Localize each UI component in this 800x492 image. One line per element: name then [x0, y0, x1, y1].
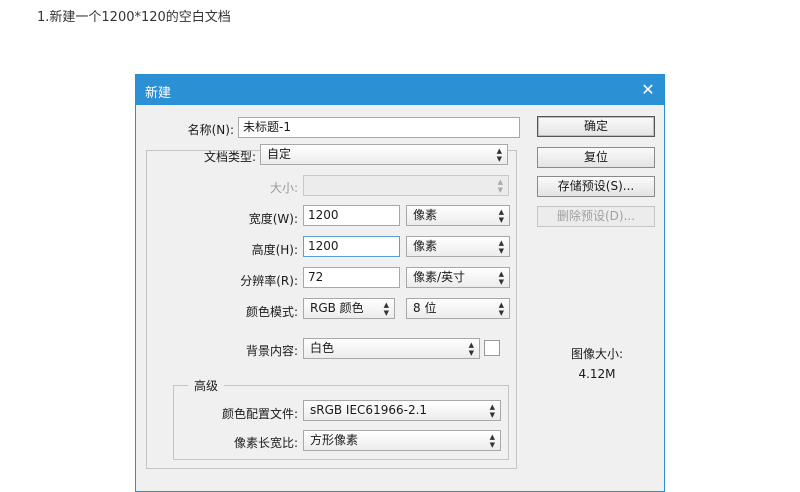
- doc-type-label: 文档类型:: [203, 150, 256, 164]
- doc-type-select[interactable]: 自定 ▲ ▼: [260, 144, 508, 165]
- image-size-value: 4.12M: [578, 367, 616, 381]
- name-input[interactable]: 未标题-1: [238, 117, 520, 138]
- select-arrows-icon: ▲ ▼: [498, 270, 504, 286]
- pixel-aspect-select[interactable]: 方形像素 ▲ ▼: [303, 430, 501, 451]
- resolution-unit-select[interactable]: 像素/英寸 ▲ ▼: [406, 267, 510, 288]
- height-input[interactable]: 1200: [303, 236, 400, 257]
- width-label: 宽度(W):: [248, 212, 298, 226]
- doc-type-value: 自定: [267, 147, 292, 161]
- select-arrows-icon: ▲ ▼: [383, 301, 389, 317]
- save-preset-button[interactable]: 存储预设(S)...: [537, 176, 655, 197]
- delete-preset-button: 删除预设(D)...: [537, 206, 655, 227]
- dialog-titlebar: 新建 ✕: [136, 75, 664, 105]
- image-size-label: 图像大小:: [570, 347, 624, 361]
- select-arrows-icon: ▲ ▼: [468, 341, 474, 357]
- resolution-label: 分辨率(R):: [240, 274, 298, 288]
- new-document-dialog: 新建 ✕ 名称(N): 未标题-1 文档类型: 自定 ▲ ▼ 大小: ▲ ▼ 宽度(…: [135, 74, 665, 492]
- background-color-swatch[interactable]: [484, 340, 500, 356]
- close-icon[interactable]: ✕: [636, 78, 660, 102]
- color-mode-label: 颜色模式:: [245, 305, 298, 319]
- color-profile-select[interactable]: sRGB IEC61966-2.1 ▲ ▼: [303, 400, 501, 421]
- select-arrows-icon: ▲ ▼: [496, 147, 502, 163]
- ok-button[interactable]: 确定: [537, 116, 655, 137]
- size-label: 大小:: [269, 181, 298, 195]
- select-arrows-icon: ▲ ▼: [498, 239, 504, 255]
- height-label: 高度(H):: [251, 243, 298, 257]
- background-label: 背景内容:: [245, 344, 298, 358]
- advanced-label: 高级: [188, 377, 225, 394]
- bit-depth-select[interactable]: 8 位 ▲ ▼: [406, 298, 510, 319]
- background-select[interactable]: 白色 ▲ ▼: [303, 338, 480, 359]
- width-unit-value: 像素: [413, 208, 438, 222]
- bit-depth-value: 8 位: [413, 301, 437, 315]
- select-arrows-icon: ▲ ▼: [489, 433, 495, 449]
- resolution-input[interactable]: 72: [303, 267, 400, 288]
- resolution-unit-value: 像素/英寸: [413, 270, 466, 284]
- color-mode-select[interactable]: RGB 颜色 ▲ ▼: [303, 298, 395, 319]
- dialog-title: 新建: [145, 86, 172, 101]
- color-profile-label: 颜色配置文件:: [221, 407, 298, 421]
- background-value: 白色: [310, 341, 335, 355]
- width-input[interactable]: 1200: [303, 205, 400, 226]
- select-arrows-icon: ▲ ▼: [498, 301, 504, 317]
- select-arrows-icon: ▲ ▼: [497, 178, 503, 194]
- color-profile-value: sRGB IEC61966-2.1: [310, 403, 428, 417]
- pixel-aspect-label: 像素长宽比:: [233, 436, 298, 450]
- width-unit-select[interactable]: 像素 ▲ ▼: [406, 205, 510, 226]
- height-unit-value: 像素: [413, 239, 438, 253]
- size-select: ▲ ▼: [303, 175, 509, 196]
- step-caption: 1.新建一个1200*120的空白文档: [37, 10, 231, 25]
- select-arrows-icon: ▲ ▼: [498, 208, 504, 224]
- pixel-aspect-value: 方形像素: [310, 433, 359, 447]
- name-label: 名称(N):: [187, 123, 234, 137]
- height-unit-select[interactable]: 像素 ▲ ▼: [406, 236, 510, 257]
- reset-button[interactable]: 复位: [537, 147, 655, 168]
- select-arrows-icon: ▲ ▼: [489, 403, 495, 419]
- color-mode-value: RGB 颜色: [310, 301, 364, 315]
